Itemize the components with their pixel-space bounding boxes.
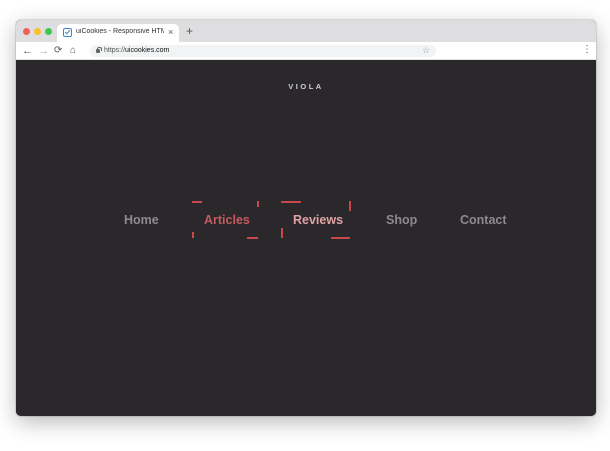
nav-link-articles[interactable]: Articles [204,212,250,228]
url-text: https://uicookies.com [104,47,170,54]
nav-link-home[interactable]: Home [124,212,159,228]
maximize-window-button[interactable] [45,28,52,35]
reviews-frame-right-dash [349,201,351,211]
articles-frame-bottom-dash [247,237,258,239]
reload-icon[interactable]: ⟳ [54,43,62,59]
site-logo[interactable]: VIOLA [16,82,596,91]
nav-link-reviews[interactable]: Reviews [293,212,343,228]
browser-tab[interactable]: uiCookies - Responsive HTML × [57,24,179,42]
browser-window: uiCookies - Responsive HTML × + ← → ⟳ ⌂ … [16,20,596,416]
close-window-button[interactable] [23,28,30,35]
reviews-frame-left-dash [281,228,283,238]
reviews-frame-top-dash [281,201,301,203]
articles-frame-left-bottom-dash [192,232,194,238]
star-icon[interactable]: ☆ [422,44,430,56]
favicon-icon [63,28,72,37]
nav-link-contact[interactable]: Contact [460,212,507,228]
reviews-frame-bottom-dash [331,237,350,239]
tab-title: uiCookies - Responsive HTML [76,28,164,35]
address-bar[interactable]: https://uicookies.com ☆ [90,45,436,57]
new-tab-button[interactable]: + [186,24,193,38]
minimize-window-button[interactable] [34,28,41,35]
articles-frame-top-dash [192,201,202,203]
lock-icon [96,46,102,53]
page-content: VIOLA Home Articles Reviews Shop Contact [16,61,596,416]
home-icon[interactable]: ⌂ [70,43,76,59]
kebab-menu-icon[interactable]: ⋮ [582,43,592,57]
nav-link-shop[interactable]: Shop [386,212,417,228]
articles-frame-right-top-dash [257,201,259,207]
browser-toolbar: ← → ⟳ ⌂ https://uicookies.com ☆ ⋮ [16,42,596,60]
tab-close-icon[interactable]: × [168,26,173,38]
tab-bar: uiCookies - Responsive HTML × + [16,20,596,42]
arrow-left-icon[interactable]: ← [22,43,33,59]
arrow-right-icon[interactable]: → [38,43,49,59]
